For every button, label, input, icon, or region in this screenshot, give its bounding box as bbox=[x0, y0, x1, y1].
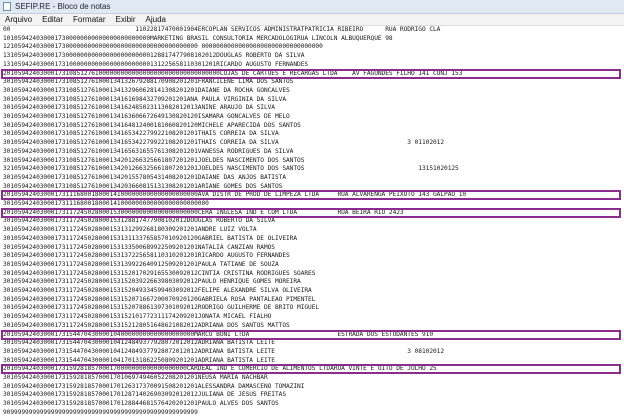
text-line: 9099999999999999999999999999999999999999… bbox=[3, 408, 198, 416]
text-line: 2010594240300017315928185700017000000000… bbox=[3, 365, 437, 373]
text-line: 3010594240300017315447043000010412484937… bbox=[3, 339, 275, 347]
text-line: 3010594240300017311724502800015315201702… bbox=[3, 269, 316, 277]
text-line: 3010594240300017311724502800015313992264… bbox=[3, 260, 279, 268]
text-line: 3010594240300017310851276100013416169843… bbox=[3, 95, 286, 103]
text-line: 2010594240300017311724502800015300000000… bbox=[3, 208, 404, 216]
text-line: 2010594240300017315447043000010400000000… bbox=[3, 330, 433, 338]
text-line: 3010594240300017310851276100013416481240… bbox=[3, 121, 301, 129]
text-line: 3010594240300017310851276100013420126632… bbox=[3, 156, 305, 164]
text-line: 1010594240300017300000000000000000000000… bbox=[3, 34, 393, 42]
menu-editar[interactable]: Editar bbox=[37, 15, 68, 24]
text-line: 3010594240300017310851276100013416534227… bbox=[3, 139, 445, 147]
text-line: 3010594240300017311724502800015312881747… bbox=[3, 217, 275, 225]
text-line: 3010594240300017311724502800015315203922… bbox=[3, 278, 301, 286]
text-line: 3010594240300017310851276100013416534227… bbox=[3, 130, 279, 138]
text-line: 1310594240300017310000000000000000000000… bbox=[3, 60, 309, 68]
menu-exibir[interactable]: Exibir bbox=[110, 15, 140, 24]
text-line: 3010594240300017311724502800015313113376… bbox=[3, 234, 298, 242]
window-title: SEFIP.RE - Bloco de notas bbox=[15, 2, 111, 11]
text-line: 3010594240300017311724502800015315212805… bbox=[3, 321, 290, 329]
text-line: 3010594240300017311724502800015313722565… bbox=[3, 252, 290, 260]
text-line: 3010594240300017310851276100013420366081… bbox=[3, 182, 283, 190]
text-editor-area[interactable]: 00 11022817470001904ERCOPLAN SERVICOS AD… bbox=[0, 26, 624, 419]
menu-formatar[interactable]: Formatar bbox=[68, 15, 110, 24]
text-line: 3210594240300017310851276100013420126632… bbox=[3, 165, 459, 173]
notepad-icon bbox=[3, 2, 11, 11]
text-line: 3010594240300017311724502800015315207886… bbox=[3, 304, 320, 312]
text-line: 3010594240300017315928185700017012871402… bbox=[3, 391, 286, 399]
text-line: 3010594240300017315447043000010412484937… bbox=[3, 347, 445, 355]
text-line: 3010594240300017311724502800015313129926… bbox=[3, 226, 257, 234]
text-line: 00 11022817470001904ERCOPLAN SERVICOS AD… bbox=[3, 26, 441, 33]
text-line: 3010594240300017311168001800014100000000… bbox=[3, 200, 209, 207]
title-bar: SEFIP.RE - Bloco de notas bbox=[0, 0, 624, 14]
text-line: 3010594240300017310851276100013420155780… bbox=[3, 173, 286, 181]
menu-bar: Arquivo Editar Formatar Exibir Ajuda bbox=[0, 14, 624, 26]
text-line: 3010594240300017310851276100013416248502… bbox=[3, 104, 275, 112]
text-line: 3010594240300017315447043000010417013186… bbox=[3, 356, 275, 364]
text-line: 3010594240300017310851276100013413267928… bbox=[3, 78, 294, 86]
text-line: 3010594240300017311724502800015313350068… bbox=[3, 243, 275, 251]
text-line: 3010594240300017311724502800015315204933… bbox=[3, 287, 312, 294]
text-line: 3010594240300017310851276100013416360667… bbox=[3, 113, 290, 120]
text-line: 1310594240300017300000000000000000000000… bbox=[3, 52, 305, 60]
text-line: 3010594240300017310851276100013416563165… bbox=[3, 147, 294, 155]
text-line: 3010594240300017315928185700017012631737… bbox=[3, 382, 305, 390]
text-line: 3010594240300017311724502800015315207166… bbox=[3, 295, 316, 303]
text-line: 1210594240300017300000000000000000000000… bbox=[3, 43, 323, 51]
text-line: 3010594240300017311724502800015315210177… bbox=[3, 313, 272, 321]
menu-arquivo[interactable]: Arquivo bbox=[0, 15, 37, 24]
text-line: 3010594240300017315928185700017010697494… bbox=[3, 374, 268, 381]
text-line: 3010594240300017315928185700017012884468… bbox=[3, 400, 279, 408]
menu-ajuda[interactable]: Ajuda bbox=[141, 15, 171, 24]
text-line: 3010594240300017310851276100013413296062… bbox=[3, 86, 290, 94]
text-line: 2010594240300017310851276100000000000000… bbox=[3, 69, 463, 77]
text-line: 2010594240300017311168001800014100000000… bbox=[3, 191, 467, 199]
